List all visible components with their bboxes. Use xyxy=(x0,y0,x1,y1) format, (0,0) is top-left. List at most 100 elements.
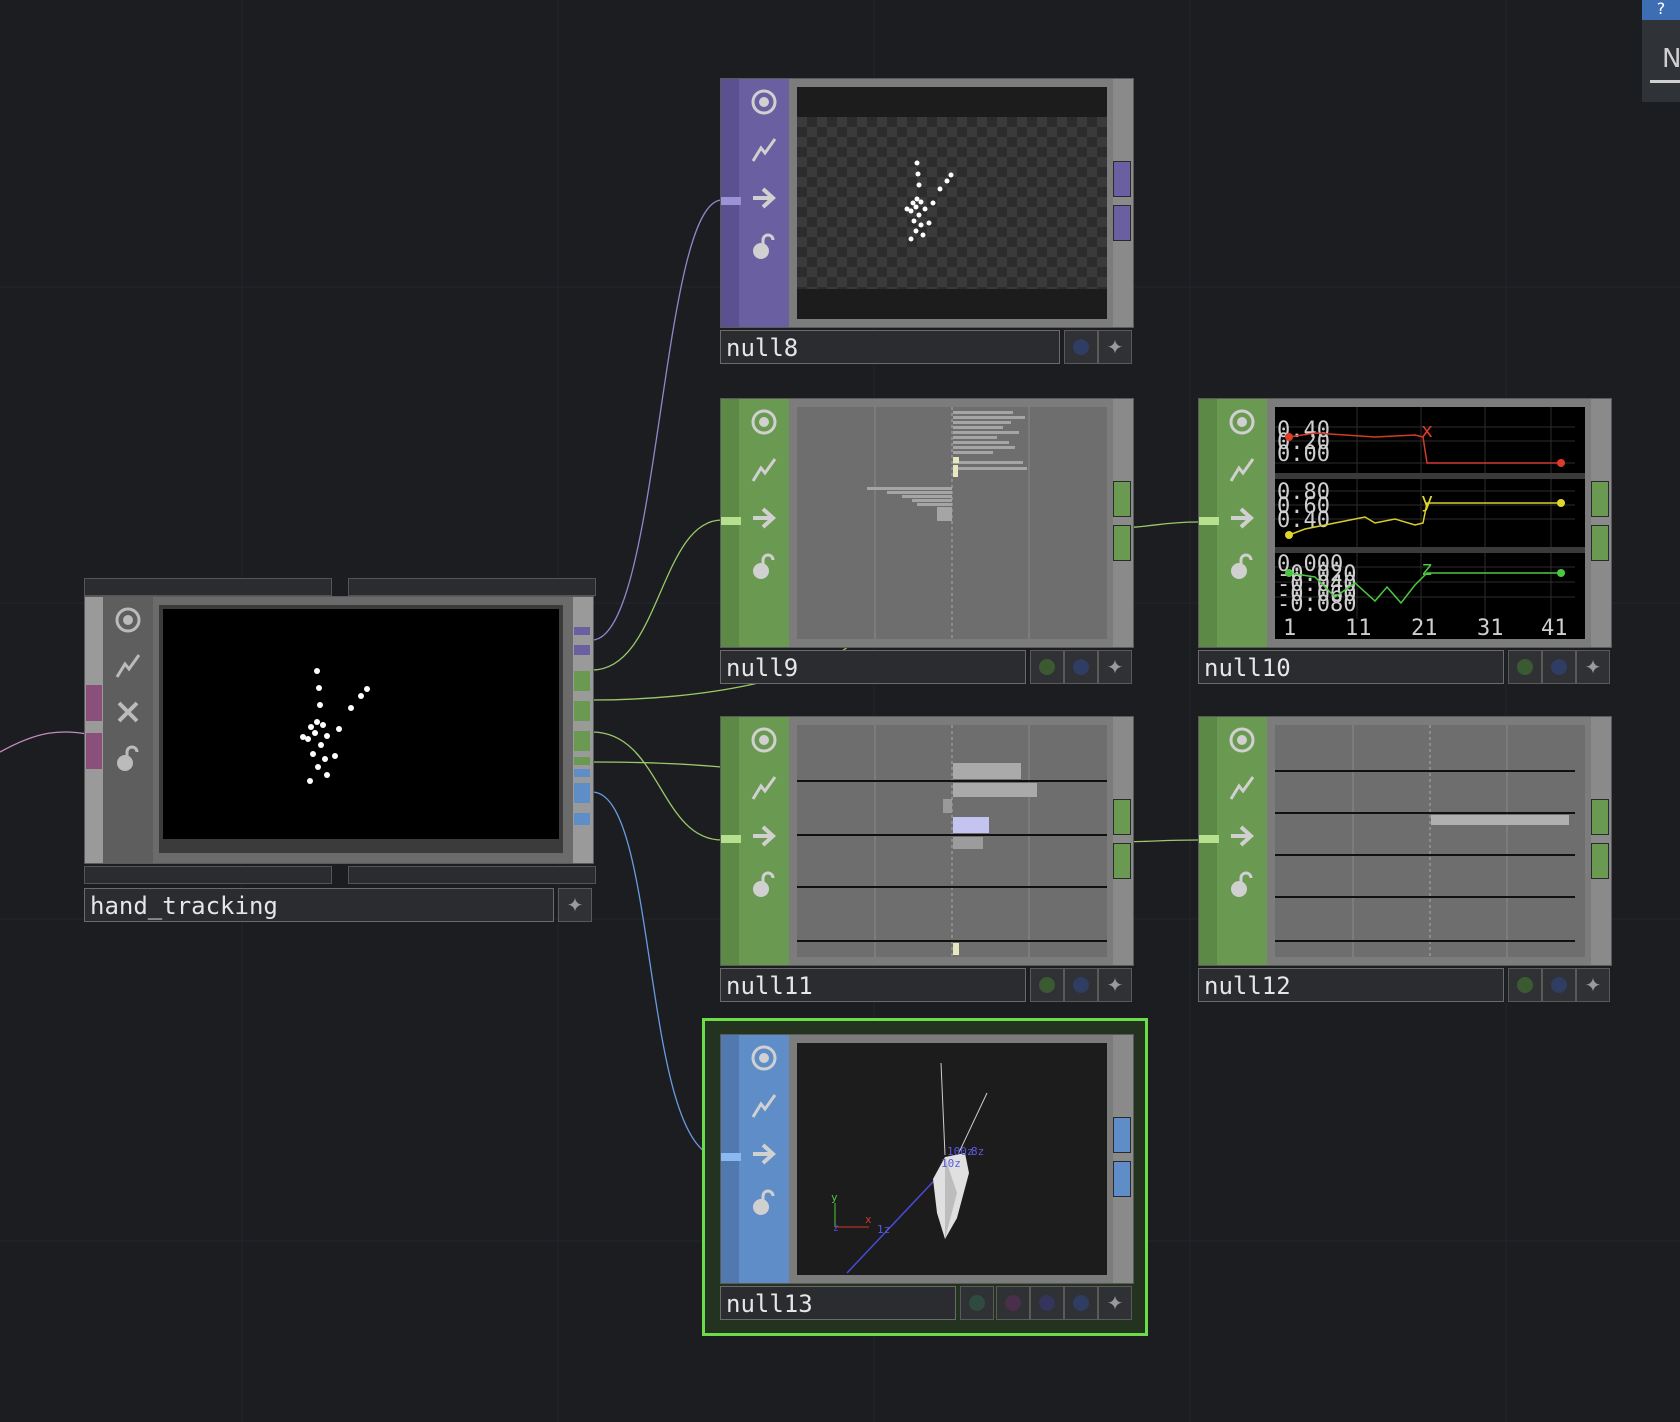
cook-toggle[interactable] xyxy=(740,447,788,493)
chop-flag-button[interactable] xyxy=(1508,968,1542,1002)
sop-flag-button[interactable] xyxy=(1064,968,1098,1002)
export-toggle[interactable] xyxy=(1218,495,1266,541)
cook-toggle[interactable] xyxy=(1218,765,1266,811)
viewer-toggle[interactable] xyxy=(740,717,788,763)
output-chop-1[interactable] xyxy=(574,671,590,691)
node-null11[interactable]: null11 ✦ xyxy=(720,716,1136,1006)
export-toggle[interactable] xyxy=(740,495,788,541)
pin-button[interactable]: ✦ xyxy=(1576,968,1610,1002)
output-connector-2[interactable] xyxy=(1591,525,1609,561)
lock-toggle[interactable] xyxy=(740,1179,788,1225)
chop-flag-button[interactable] xyxy=(1508,650,1542,684)
pin-button[interactable]: ✦ xyxy=(558,888,592,922)
node-body[interactable] xyxy=(720,398,1134,648)
viewer-panel[interactable]: y x z 1z 10z 100z 8z xyxy=(797,1043,1107,1275)
sop-flag-button[interactable] xyxy=(1542,650,1576,684)
cook-toggle[interactable] xyxy=(740,1083,788,1129)
lock-toggle[interactable] xyxy=(740,223,788,269)
viewer-panel[interactable] xyxy=(797,407,1107,639)
viewer-panel[interactable] xyxy=(159,605,563,853)
help-badge[interactable]: ? xyxy=(1642,0,1680,20)
viewer-toggle[interactable] xyxy=(740,79,788,125)
node-label[interactable]: hand_tracking xyxy=(84,888,554,922)
node-null13[interactable]: y x z 1z 10z 100z 8z null13 ✦ xyxy=(720,1034,1136,1324)
output-connector-2[interactable] xyxy=(1113,525,1131,561)
output-sop-3[interactable] xyxy=(574,813,590,825)
cook-toggle[interactable] xyxy=(104,643,152,689)
viewer-panel[interactable] xyxy=(797,87,1107,319)
export-toggle[interactable] xyxy=(740,813,788,859)
viewer-toggle[interactable] xyxy=(1218,717,1266,763)
node-null8[interactable]: null8 ✦ xyxy=(720,78,1136,368)
export-toggle[interactable] xyxy=(1218,813,1266,859)
input-connector[interactable] xyxy=(1199,835,1219,843)
node-body[interactable]: 0.40 0.20 0.00 0.80 0.60 0.40 0.000 -0.0… xyxy=(1198,398,1612,648)
output-chop-3[interactable] xyxy=(574,731,590,751)
sop-flag-button[interactable] xyxy=(1064,650,1098,684)
chop-flag-button[interactable] xyxy=(1030,968,1064,1002)
pin-button[interactable]: ✦ xyxy=(1098,968,1132,1002)
input-connector[interactable] xyxy=(1199,517,1219,525)
node-body[interactable] xyxy=(720,78,1134,328)
lock-toggle[interactable] xyxy=(1218,861,1266,907)
viewer-panel[interactable]: 0.40 0.20 0.00 0.80 0.60 0.40 0.000 -0.0… xyxy=(1275,407,1585,639)
input-connector[interactable] xyxy=(721,1153,741,1161)
viewer-panel[interactable] xyxy=(797,725,1107,957)
viewer-toggle[interactable] xyxy=(740,1035,788,1081)
comp-flag-button[interactable] xyxy=(996,1286,1030,1320)
output-connector-2[interactable] xyxy=(1113,843,1131,879)
output-connector-2[interactable] xyxy=(1113,205,1131,241)
corner-panel[interactable]: ? N xyxy=(1642,0,1680,102)
node-label[interactable]: null11 xyxy=(720,968,1026,1002)
input-connector[interactable] xyxy=(86,685,102,721)
node-body[interactable] xyxy=(1198,716,1612,966)
input-connector[interactable] xyxy=(721,197,741,205)
pin-button[interactable]: ✦ xyxy=(1098,330,1132,364)
output-connector-1[interactable] xyxy=(1591,481,1609,517)
node-body[interactable] xyxy=(720,716,1134,966)
output-sop-2[interactable] xyxy=(574,783,590,803)
node-label[interactable]: null10 xyxy=(1198,650,1504,684)
output-connector-1[interactable] xyxy=(1591,799,1609,835)
sop-flag-button[interactable] xyxy=(1064,1286,1098,1320)
node-null12[interactable]: null12 ✦ xyxy=(1198,716,1614,1006)
chop-flag-button[interactable] xyxy=(1030,650,1064,684)
pin-button[interactable]: ✦ xyxy=(1098,650,1132,684)
top-flag-button[interactable] xyxy=(1030,1286,1064,1320)
node-label[interactable]: null8 xyxy=(720,330,1060,364)
node-label[interactable]: null12 xyxy=(1198,968,1504,1002)
viewer-toggle[interactable] xyxy=(740,399,788,445)
output-top[interactable] xyxy=(574,627,590,635)
sop-flag-button[interactable] xyxy=(1542,968,1576,1002)
lock-toggle[interactable] xyxy=(740,543,788,589)
input-connector[interactable] xyxy=(721,835,741,843)
bypass-toggle[interactable] xyxy=(104,689,152,735)
viewer-toggle[interactable] xyxy=(1218,399,1266,445)
node-label[interactable]: null13 xyxy=(720,1286,956,1320)
pin-button[interactable]: ✦ xyxy=(1576,650,1610,684)
lock-toggle[interactable] xyxy=(1218,543,1266,589)
export-toggle[interactable] xyxy=(740,1131,788,1177)
export-toggle[interactable] xyxy=(740,175,788,221)
cook-toggle[interactable] xyxy=(740,127,788,173)
sop-flag-button[interactable] xyxy=(1064,330,1098,364)
output-connector-2[interactable] xyxy=(1113,1161,1131,1197)
output-chop-2[interactable] xyxy=(574,701,590,721)
output-connector-2[interactable] xyxy=(1591,843,1609,879)
output-connector-1[interactable] xyxy=(1113,161,1131,197)
pin-button[interactable]: ✦ xyxy=(1098,1286,1132,1320)
lock-toggle[interactable] xyxy=(740,861,788,907)
lock-toggle[interactable] xyxy=(104,735,152,781)
output-connector-1[interactable] xyxy=(1113,481,1131,517)
output-top2[interactable] xyxy=(574,645,590,655)
node-null9[interactable]: null9 ✦ xyxy=(720,398,1136,688)
node-label[interactable]: null9 xyxy=(720,650,1026,684)
input-connector-2[interactable] xyxy=(86,733,102,769)
cook-toggle[interactable] xyxy=(1218,447,1266,493)
chop-flag-button[interactable] xyxy=(960,1286,994,1320)
input-connector[interactable] xyxy=(721,517,741,525)
cook-toggle[interactable] xyxy=(740,765,788,811)
node-body[interactable] xyxy=(84,596,594,864)
output-sop-1[interactable] xyxy=(574,769,590,777)
viewer-toggle[interactable] xyxy=(104,597,152,643)
